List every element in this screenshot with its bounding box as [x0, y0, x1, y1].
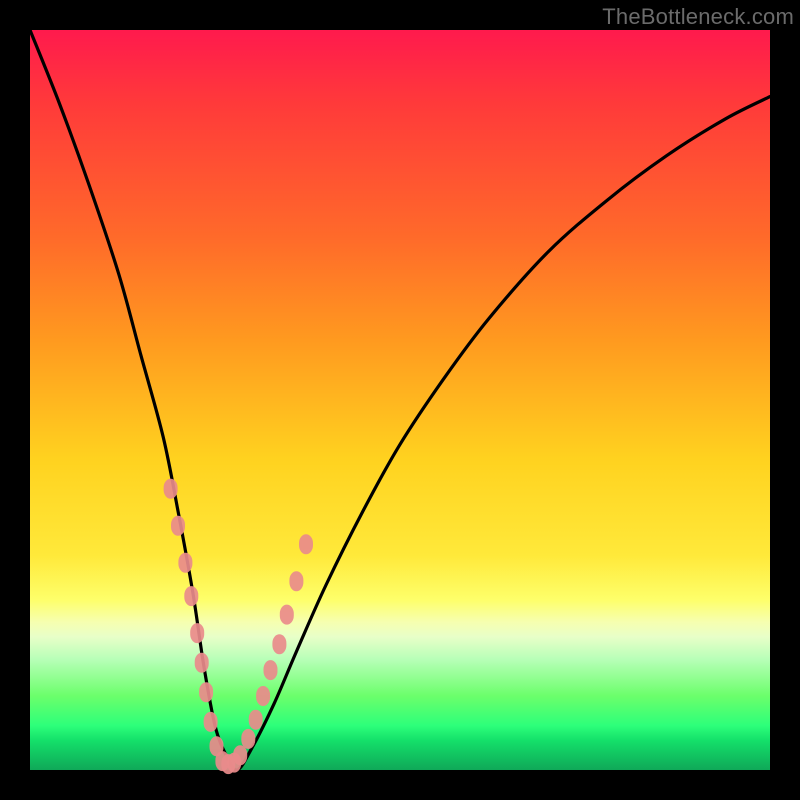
- data-point: [299, 534, 313, 554]
- data-point: [233, 745, 247, 765]
- data-point: [164, 479, 178, 499]
- data-point: [204, 712, 218, 732]
- data-point: [199, 682, 213, 702]
- data-point: [190, 623, 204, 643]
- data-point: [272, 634, 286, 654]
- data-point: [264, 660, 278, 680]
- data-point: [184, 586, 198, 606]
- data-point: [195, 653, 209, 673]
- data-point: [256, 686, 270, 706]
- chart-svg: [30, 30, 770, 770]
- data-point: [280, 605, 294, 625]
- data-point: [289, 571, 303, 591]
- chart-stage: TheBottleneck.com: [0, 0, 800, 800]
- bottleneck-curve: [30, 30, 770, 770]
- data-point: [178, 553, 192, 573]
- data-point: [171, 516, 185, 536]
- data-point: [241, 729, 255, 749]
- plot-area: [30, 30, 770, 770]
- data-point: [249, 710, 263, 730]
- data-point-group: [164, 479, 313, 774]
- watermark-label: TheBottleneck.com: [602, 4, 794, 30]
